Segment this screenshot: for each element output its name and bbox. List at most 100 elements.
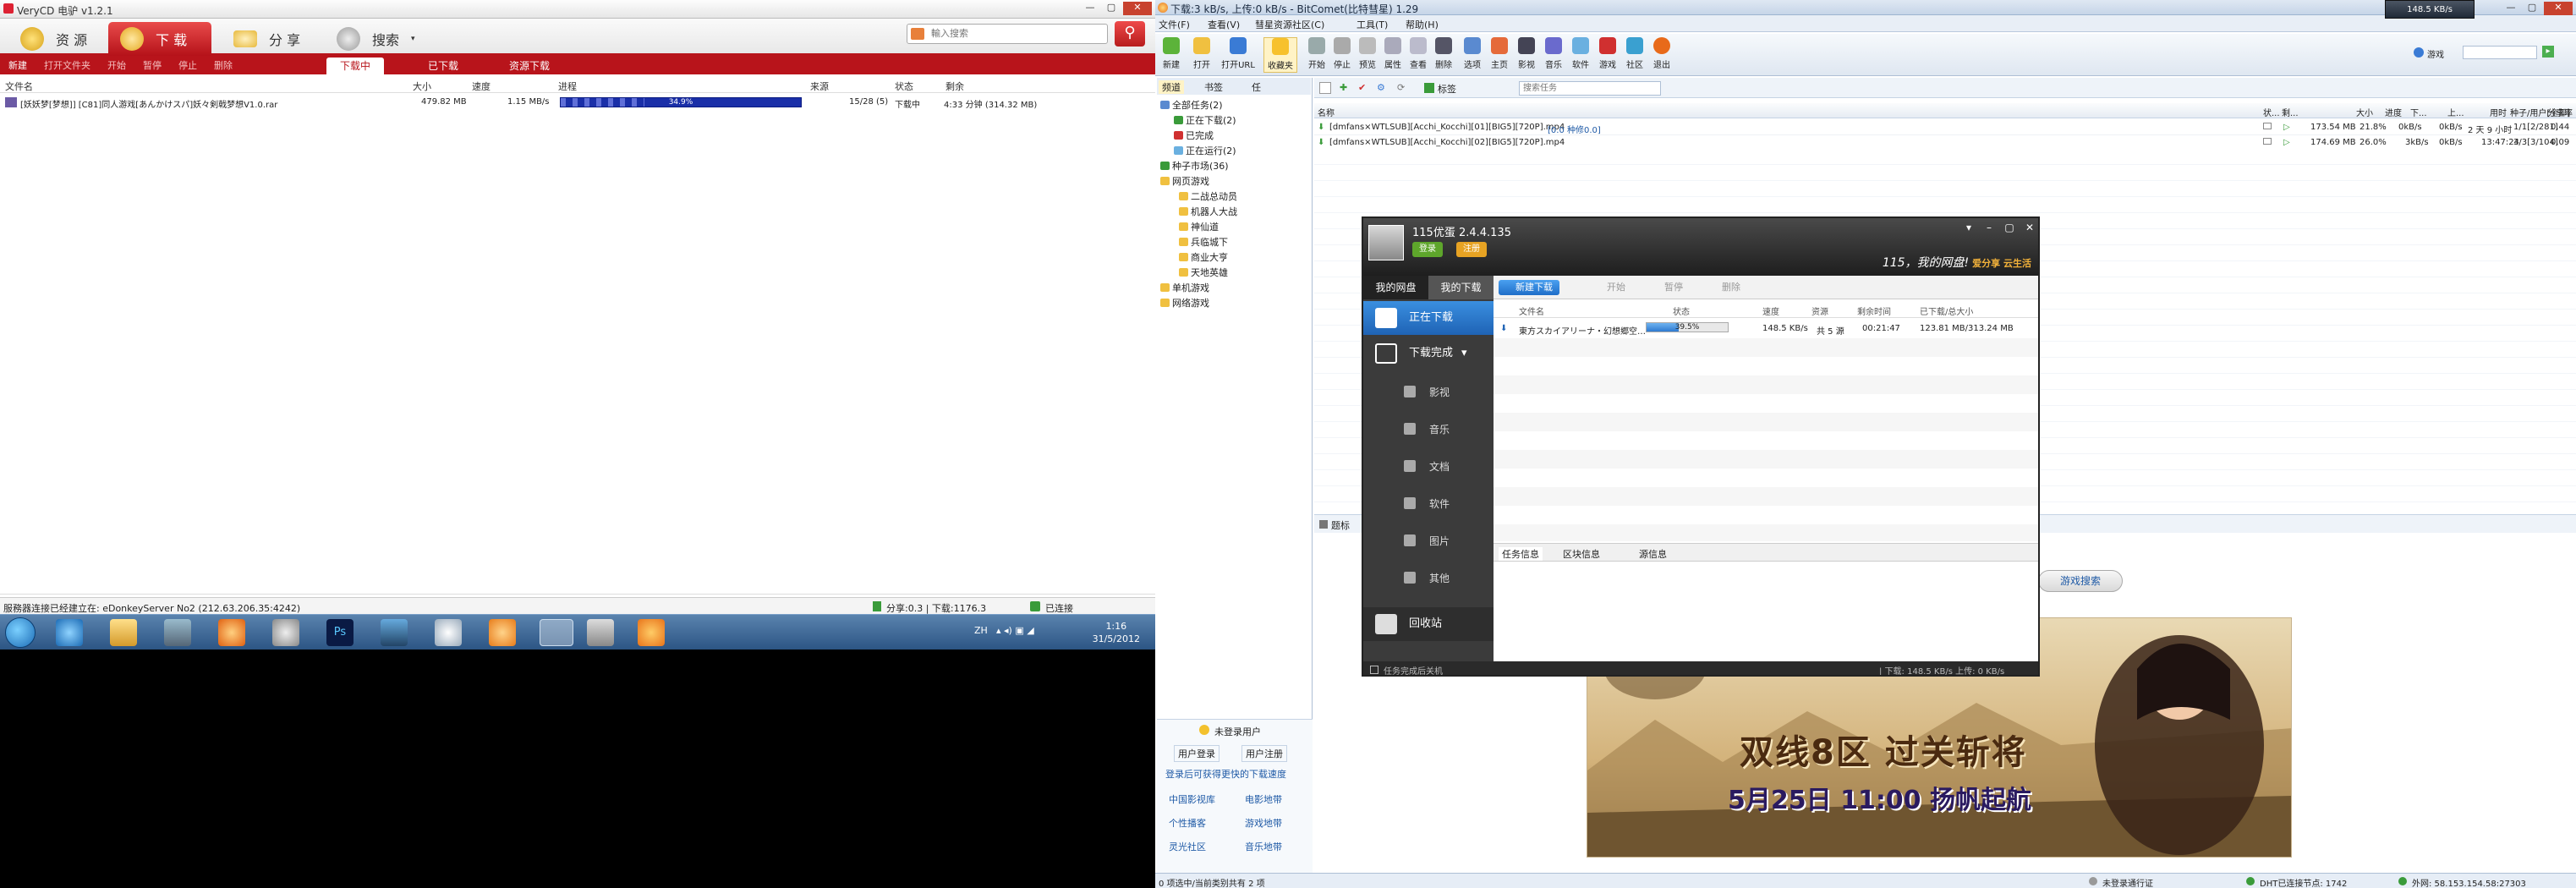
col-filename[interactable]: 文件名 <box>1519 304 1544 317</box>
tree-game-item[interactable]: 兵临城下 <box>1179 235 1228 249</box>
start-button[interactable]: 开始 <box>99 58 134 72</box>
delete-button[interactable]: 删除 <box>1431 37 1456 70</box>
tab-downloaded[interactable]: 已下载 <box>414 58 472 74</box>
app-icon[interactable] <box>381 619 408 646</box>
start-button[interactable] <box>5 617 36 648</box>
open-folder-button[interactable]: 打开文件夹 <box>36 58 99 72</box>
shutdown-checkbox[interactable] <box>1370 666 1378 674</box>
login-button[interactable]: 登录 <box>1412 242 1443 257</box>
tree-game-item[interactable]: 天地英雄 <box>1179 266 1228 279</box>
sidebar-item-completed[interactable]: 下载完成 ▾ <box>1363 337 1494 370</box>
login-hint-link[interactable]: 登录后可获得更快的下载速度 <box>1165 767 1286 781</box>
link-games[interactable]: 游戏地带 <box>1245 816 1282 830</box>
start-button[interactable]: 开始 <box>1593 280 1625 295</box>
register-button[interactable]: 注册 <box>1456 242 1487 257</box>
add-icon[interactable]: ✚ <box>1340 82 1347 93</box>
col-sources[interactable]: 资源 <box>1811 304 1828 317</box>
minimize-button[interactable]: – <box>1982 222 1996 233</box>
col-sources[interactable]: 来源 <box>810 79 829 93</box>
software-button[interactable]: 软件 <box>1568 37 1593 70</box>
close-button[interactable]: ✕ <box>1123 2 1152 15</box>
link-podcast[interactable]: 个性播客 <box>1169 816 1206 830</box>
tab-channels[interactable]: 频道 <box>1159 80 1184 94</box>
tags-button[interactable]: 标签 <box>1438 82 1456 96</box>
nav-tab-download[interactable]: 下 载 <box>108 22 211 56</box>
sidebar-sub-other[interactable]: 其他 <box>1363 560 1494 597</box>
network-icon[interactable] <box>164 619 191 646</box>
nav-tab-share[interactable]: 分 享 <box>222 22 312 56</box>
search-box[interactable] <box>907 24 1108 44</box>
menu-view[interactable]: 查看(V) <box>1208 18 1240 31</box>
search-button[interactable]: ⚲ <box>1115 21 1145 47</box>
menu-file[interactable]: 文件(F) <box>1159 18 1190 31</box>
game-button[interactable]: 游戏 <box>1595 37 1620 70</box>
tree-online-games[interactable]: 网络游戏 <box>1160 296 1209 310</box>
yo115-icon[interactable] <box>638 619 665 646</box>
minimize-button[interactable]: — <box>2502 2 2520 15</box>
col-up[interactable]: 上... <box>2447 106 2464 118</box>
menu-tools[interactable]: 工具(T) <box>1357 18 1388 31</box>
chevron-down-icon[interactable]: ▾ <box>411 35 415 43</box>
sidebar-sub-music[interactable]: 音乐 <box>1363 411 1494 448</box>
player-icon[interactable] <box>489 619 516 646</box>
tree-torrent-market[interactable]: 种子市场(36) <box>1160 159 1229 173</box>
music-button[interactable]: 音乐 <box>1541 37 1566 70</box>
new-task-button[interactable]: 新建 <box>1159 37 1184 70</box>
col-time[interactable]: 用时 <box>2490 106 2507 118</box>
link-music[interactable]: 音乐地带 <box>1245 840 1282 853</box>
language-indicator[interactable]: ZH <box>974 625 988 636</box>
community-button[interactable]: 社区 <box>1622 37 1647 70</box>
ie-icon[interactable] <box>56 619 83 646</box>
col-name[interactable]: 名称 <box>1318 106 1335 118</box>
preview-button[interactable]: 预览 <box>1355 37 1380 70</box>
delete-button[interactable]: 删除 <box>1708 280 1740 295</box>
col-status[interactable]: 状... <box>2263 106 2280 118</box>
tab-block-info[interactable]: 区块信息 <box>1563 547 1600 561</box>
col-status[interactable]: 状态 <box>1673 304 1690 317</box>
nav-tab-resources[interactable]: 资 源 <box>8 22 99 56</box>
open-button[interactable]: 打开 <box>1189 37 1214 70</box>
maximize-button[interactable]: ▢ <box>2003 222 2016 233</box>
pause-button[interactable]: 暂停 <box>134 58 170 72</box>
table-row[interactable]: [妖妖梦[梦想]] [C81]同人游戏[あんかけスパ]妖々剣戟梦想V1.0.ra… <box>0 95 1155 110</box>
col-size[interactable]: 大小 <box>2356 106 2373 118</box>
pause-button[interactable]: 暂停 <box>1651 280 1683 295</box>
scanner-icon[interactable] <box>587 619 614 646</box>
col-size[interactable]: 大小 <box>413 79 431 93</box>
col-remaining[interactable]: 剩余时间 <box>1857 304 1891 317</box>
col-ratio[interactable]: 分享率 <box>2547 106 2573 118</box>
refresh-icon[interactable]: ⟳ <box>1397 82 1405 93</box>
sidebar-sub-images[interactable]: 图片 <box>1363 523 1494 560</box>
close-button[interactable]: ✕ <box>2544 2 2573 15</box>
col-down[interactable]: 下... <box>2410 106 2427 118</box>
table-row[interactable]: ⬇ [dmfans×WTLSUB][Acchi_Kocchi][01][BIG5… <box>1314 120 2576 135</box>
game-search-button[interactable]: 游戏搜索 <box>2038 570 2123 592</box>
tree-running[interactable]: 正在运行(2) <box>1174 144 1236 157</box>
new-button[interactable]: 新建 <box>0 58 36 72</box>
tab-my-downloads[interactable]: 我的下载 <box>1428 276 1494 299</box>
col-progress[interactable]: 进程 <box>558 79 577 93</box>
tree-single-games[interactable]: 单机游戏 <box>1160 281 1209 294</box>
check-icon[interactable]: ✔ <box>1358 82 1366 93</box>
col-name[interactable]: 文件名 <box>5 79 33 93</box>
task-search-box[interactable] <box>1519 81 1661 96</box>
tab-my-disk[interactable]: 我的网盘 <box>1363 276 1428 299</box>
tool-icon[interactable] <box>272 619 299 646</box>
menu-community[interactable]: 彗星资源社区(C) <box>1255 18 1324 31</box>
photoshop-icon[interactable]: Ps <box>326 619 354 646</box>
tab-tasks[interactable]: 任 <box>1252 80 1261 94</box>
sidebar-item-trash[interactable]: 回收站 <box>1363 607 1494 641</box>
minimize-button[interactable]: — <box>1081 2 1099 15</box>
avatar[interactable] <box>1368 225 1404 260</box>
delete-button[interactable]: 删除 <box>206 58 241 72</box>
tab-source-info[interactable]: 源信息 <box>1639 547 1667 561</box>
exit-button[interactable]: 退出 <box>1649 37 1674 70</box>
favorites-button[interactable]: 收藏夹 <box>1263 37 1297 73</box>
tree-web-games[interactable]: 网页游戏 <box>1160 174 1209 188</box>
user-status[interactable]: 未登录通行证 <box>2102 876 2153 888</box>
view-button[interactable]: 查看 <box>1406 37 1431 70</box>
tab-resource-download[interactable]: 资源下载 <box>496 58 563 74</box>
verycd-task-icon[interactable] <box>540 619 573 646</box>
close-button[interactable]: ✕ <box>2023 222 2036 233</box>
properties-button[interactable]: 属性 <box>1380 37 1406 70</box>
